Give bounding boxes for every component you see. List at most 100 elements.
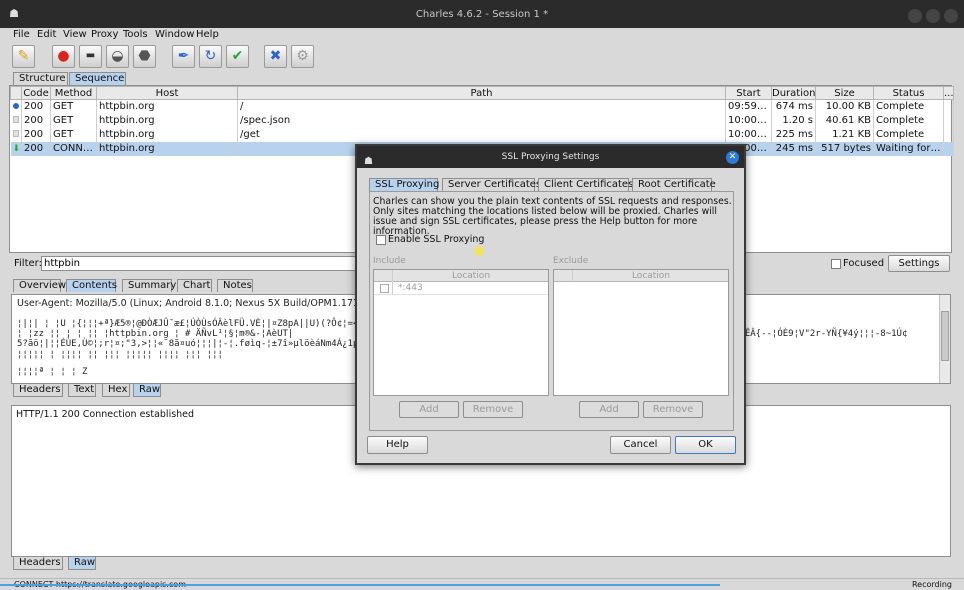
- focused-label: Focused: [843, 258, 885, 269]
- tab-hex[interactable]: Hex: [102, 384, 130, 397]
- window-titlebar: ☗ Charles 4.6.2 - Session 1 *: [0, 0, 964, 28]
- list-item[interactable]: *:443: [374, 282, 548, 295]
- charles-window: ☗ Charles 4.6.2 - Session 1 * File Edit …: [0, 0, 964, 590]
- response-text: HTTP/1.1 200 Connection established: [16, 409, 195, 420]
- scrollbar-thumb[interactable]: [941, 311, 949, 361]
- maximize-button[interactable]: [926, 9, 940, 23]
- filter-label: Filter:: [14, 258, 42, 269]
- include-label: Include: [373, 256, 406, 266]
- column-header[interactable]: [10, 86, 22, 100]
- cell-size: 1.21 KB: [815, 127, 874, 142]
- tab-summary[interactable]: Summary: [122, 279, 176, 292]
- focused-checkbox[interactable]: [831, 259, 841, 269]
- exclude-list[interactable]: Location: [553, 269, 729, 396]
- cell-status: Complete: [873, 127, 944, 142]
- turtle-icon[interactable]: ◒: [106, 45, 129, 68]
- tab-structure[interactable]: Structure: [13, 72, 68, 85]
- cell-status: Waiting for re...: [873, 141, 944, 156]
- column-header[interactable]: Method: [50, 86, 97, 100]
- request-status-icon: [10, 99, 22, 114]
- cancel-button[interactable]: Cancel: [610, 436, 671, 454]
- tools-icon[interactable]: ✖: [264, 45, 287, 68]
- tab-root-certificate[interactable]: Root Certificate: [632, 178, 716, 191]
- column-header[interactable]: Size: [815, 86, 874, 100]
- recording-status: Recording: [911, 580, 952, 589]
- tab-sequence[interactable]: Sequence: [69, 72, 126, 85]
- tab-server-certificates[interactable]: Server Certificates: [442, 178, 541, 191]
- tab-text[interactable]: Text: [68, 384, 96, 397]
- refresh-icon[interactable]: ↻: [199, 45, 222, 68]
- column-header[interactable]: ...: [943, 86, 954, 100]
- include-item-checkbox[interactable]: [380, 284, 389, 293]
- cell-host: httpbin.org: [96, 113, 238, 128]
- column-header[interactable]: Host: [96, 86, 238, 100]
- cell-size: 40.61 KB: [815, 113, 874, 128]
- enable-ssl-proxying-checkbox[interactable]: [376, 235, 386, 245]
- dialog-close-icon[interactable]: ✕: [726, 151, 739, 164]
- column-header[interactable]: Start: [725, 86, 772, 100]
- tab-ssl-proxying[interactable]: SSL Proxying: [369, 178, 439, 191]
- include-remove-button[interactable]: Remove: [463, 401, 523, 418]
- check-icon[interactable]: ✔: [226, 45, 249, 68]
- settings-icon[interactable]: ⚙: [291, 45, 314, 68]
- close-window-button[interactable]: [944, 9, 958, 23]
- ssl-proxying-dialog: ☗ SSL Proxying Settings ✕ SSL Proxying S…: [355, 144, 746, 465]
- exclude-add-button[interactable]: Add: [579, 401, 639, 418]
- cell-code: 200: [21, 99, 51, 114]
- exclude-remove-button[interactable]: Remove: [643, 401, 703, 418]
- menu-file[interactable]: File: [13, 28, 30, 42]
- tab-response-raw[interactable]: Raw: [68, 557, 96, 570]
- binary-line: 5?ãö¦|¦¦ÉÙE,Ù©¦;r¦¤;"3,>¦¦«¨8ã¤uó¦¦¦|¦-¦…: [17, 339, 364, 349]
- cell-start: 10:00:04: [725, 127, 772, 142]
- binary-line: ¦ ¦zz ¦¦ ¦ ¦ ¦¦ ¦httpbin.org ¦ # ÄÑvL¹¦§…: [17, 329, 294, 339]
- tab-overview[interactable]: Overview: [13, 279, 66, 292]
- tab-raw[interactable]: Raw: [133, 384, 161, 397]
- column-header[interactable]: Path: [237, 86, 726, 100]
- column-header[interactable]: Duration: [771, 86, 816, 100]
- tab-contents[interactable]: Contents: [66, 279, 117, 292]
- menu-window[interactable]: Window: [155, 28, 194, 42]
- minimize-button[interactable]: [908, 9, 922, 23]
- stop-icon[interactable]: ⬣: [133, 45, 156, 68]
- record-icon[interactable]: ●: [52, 45, 75, 68]
- toolbar: ✎ ● ▬ ◒ ⬣ ✒ ↻ ✔ ✖ ⚙: [0, 42, 964, 71]
- mouse-cursor-highlight: [474, 246, 484, 256]
- menu-proxy[interactable]: Proxy: [91, 28, 118, 42]
- binary-line-right: ùaÊÂ{--¦ÓÈ9¦V"2r-YÑ{¥4ý¦¦¦-8~1Ú¢: [734, 329, 908, 339]
- request-status-icon: [10, 113, 22, 128]
- enable-ssl-proxying-label[interactable]: Enable SSL Proxying: [388, 234, 484, 245]
- cell-code: 200: [21, 127, 51, 142]
- column-header[interactable]: Status: [873, 86, 944, 100]
- menu-edit[interactable]: Edit: [37, 28, 56, 42]
- cell-duration: 225 ms: [771, 127, 816, 142]
- column-header[interactable]: Code: [21, 86, 51, 100]
- request-scrollbar[interactable]: [939, 295, 950, 383]
- cell-method: CONNECT: [50, 141, 97, 156]
- include-list[interactable]: Location *:443: [373, 269, 549, 396]
- table-row[interactable]: 200 GET httpbin.org /spec.json 10:00:00 …: [10, 113, 954, 128]
- ok-button[interactable]: OK: [675, 436, 736, 454]
- table-row[interactable]: 200 GET httpbin.org / 09:59:57 674 ms 10…: [10, 99, 954, 114]
- tab-response-headers[interactable]: Headers: [13, 557, 63, 570]
- tab-notes[interactable]: Notes: [217, 279, 253, 292]
- broom-icon[interactable]: ✎: [12, 45, 35, 68]
- cell-method: GET: [50, 99, 97, 114]
- menu-view[interactable]: View: [63, 28, 87, 42]
- exclude-location-header: Location: [554, 270, 728, 282]
- binary-line: ¦|¦| ¦ ¦U ¦{¦¦¦+ª}Æ5®¦@ÐÒÆJÛ¯æ£¦ÚÒÙsÓÂèl…: [17, 319, 370, 329]
- tab-headers[interactable]: Headers: [13, 384, 63, 397]
- table-row[interactable]: 200 GET httpbin.org /get 10:00:04 225 ms…: [10, 127, 954, 142]
- include-item-location: *:443: [398, 283, 423, 293]
- help-button[interactable]: Help: [367, 436, 428, 454]
- cell-code: 200: [21, 113, 51, 128]
- tab-client-certificates[interactable]: Client Certificates: [538, 178, 633, 191]
- menu-help[interactable]: Help: [196, 28, 219, 42]
- include-add-button[interactable]: Add: [399, 401, 459, 418]
- cell-duration: 1.20 s: [771, 113, 816, 128]
- menu-tools[interactable]: Tools: [123, 28, 148, 42]
- tab-chart[interactable]: Chart: [177, 279, 212, 292]
- pen-icon[interactable]: ✒: [172, 45, 195, 68]
- settings-button[interactable]: Settings: [888, 255, 950, 272]
- throttle-icon[interactable]: ▬: [79, 45, 102, 68]
- binary-line: ¦¦¦¦ª ¦ ¦ ¦ Z: [17, 367, 88, 377]
